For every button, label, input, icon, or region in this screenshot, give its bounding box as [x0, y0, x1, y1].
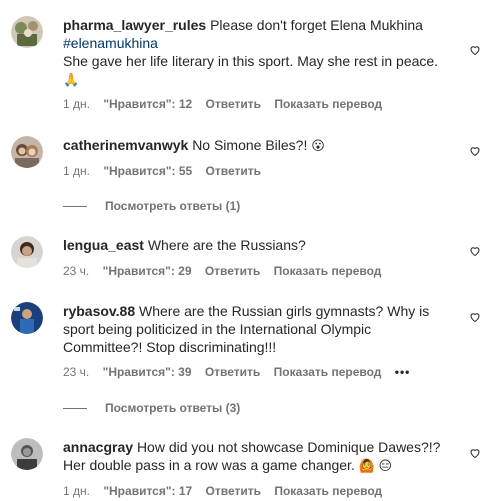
likes-count[interactable]: "Нравится": 29 [103, 264, 192, 278]
reply-button[interactable]: Ответить [206, 97, 261, 111]
timestamp[interactable]: 23 ч. [63, 365, 89, 379]
comment-body: Where are the Russians? [147, 237, 306, 253]
avatar[interactable] [11, 302, 43, 334]
emoji: 😮 [311, 138, 325, 153]
comment-text: rybasov.88 Where are the Russian girls g… [63, 302, 451, 356]
username[interactable]: annacgray [63, 439, 133, 455]
avatar[interactable] [11, 236, 43, 268]
translate-button[interactable]: Показать перевод [274, 97, 382, 111]
likes-count[interactable]: "Нравится": 55 [103, 164, 192, 178]
timestamp[interactable]: 1 дн. [63, 164, 90, 178]
comment-body: No Simone Biles?! [192, 137, 308, 153]
comment-body-cont: She gave her life literary in this sport… [63, 53, 439, 69]
view-replies-label: Посмотреть ответы (1) [105, 199, 241, 213]
comment-body: Please don't forget Elena Mukhina [210, 17, 423, 33]
heart-icon[interactable] [469, 447, 481, 459]
divider-line [63, 205, 87, 207]
more-options-button[interactable]: ••• [395, 365, 411, 379]
hashtag-link[interactable]: #elenamukhina [63, 35, 158, 51]
comment-meta: 1 дн. "Нравится": 12 Ответить Показать п… [63, 97, 392, 111]
timestamp[interactable]: 1 дн. [63, 484, 90, 498]
reply-button[interactable]: Ответить [205, 264, 260, 278]
avatar[interactable] [11, 438, 43, 470]
emoji: 🙏 [63, 72, 80, 87]
translate-button[interactable]: Показать перевод [274, 264, 382, 278]
heart-icon[interactable] [469, 311, 481, 323]
username[interactable]: lengua_east [63, 237, 144, 253]
comment-meta: 23 ч. "Нравится": 29 Ответить Показать п… [63, 264, 391, 278]
avatar[interactable] [11, 136, 43, 168]
comment-meta: 1 дн. "Нравится": 17 Ответить Показать п… [63, 484, 392, 498]
timestamp[interactable]: 1 дн. [63, 97, 90, 111]
view-replies-label: Посмотреть ответы (3) [105, 401, 241, 415]
divider-line [63, 407, 87, 409]
reply-button[interactable]: Ответить [206, 484, 261, 498]
translate-button[interactable]: Показать перевод [274, 484, 382, 498]
view-replies-button[interactable]: Посмотреть ответы (1) [63, 199, 240, 213]
comment-text: catherinemvanwyk No Simone Biles?! 😮 [63, 136, 451, 155]
timestamp[interactable]: 23 ч. [63, 264, 89, 278]
username[interactable]: catherinemvanwyk [63, 137, 188, 153]
comment-text: pharma_lawyer_rules Please don't forget … [63, 16, 451, 89]
reply-button[interactable]: Ответить [206, 164, 261, 178]
username[interactable]: pharma_lawyer_rules [63, 17, 206, 33]
avatar[interactable] [11, 16, 43, 48]
likes-count[interactable]: "Нравится": 12 [103, 97, 192, 111]
comment-meta: 23 ч. "Нравится": 39 Ответить Показать п… [63, 365, 420, 379]
heart-icon[interactable] [469, 145, 481, 157]
translate-button[interactable]: Показать перевод [274, 365, 382, 379]
comment-text: annacgray How did you not showcase Domin… [63, 438, 451, 475]
reply-button[interactable]: Ответить [205, 365, 260, 379]
comment-meta: 1 дн. "Нравится": 55 Ответить [63, 164, 271, 178]
heart-icon[interactable] [469, 245, 481, 257]
comment-text: lengua_east Where are the Russians? [63, 236, 451, 254]
username[interactable]: rybasov.88 [63, 303, 135, 319]
likes-count[interactable]: "Нравится": 17 [103, 484, 192, 498]
likes-count[interactable]: "Нравится": 39 [103, 365, 192, 379]
heart-icon[interactable] [469, 44, 481, 56]
view-replies-button[interactable]: Посмотреть ответы (3) [63, 401, 240, 415]
emoji: 🙆 😑 [358, 458, 393, 473]
